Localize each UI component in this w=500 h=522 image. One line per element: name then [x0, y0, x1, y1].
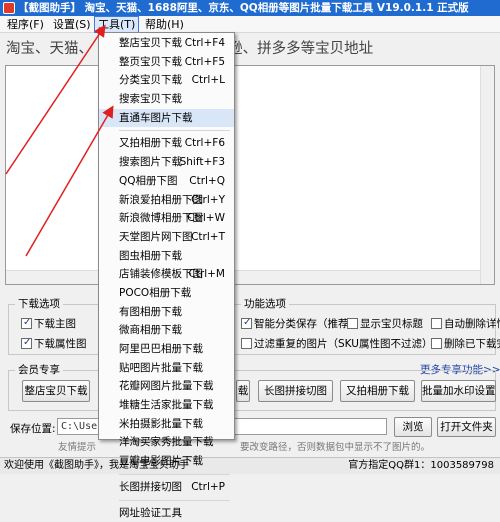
- menu-item-sina-weibo[interactable]: 新浪微博相册下图Ctrl+W: [99, 209, 234, 228]
- open-folder-button[interactable]: 打开文件夹: [437, 417, 496, 437]
- menu-item-stitch[interactable]: 长图拼接切图Ctrl+P: [99, 478, 234, 497]
- checkbox-icon: [347, 318, 358, 329]
- checkbox-icon: [431, 318, 442, 329]
- download-main-checkbox[interactable]: 下载主图: [21, 318, 76, 331]
- auto-delete-checkbox[interactable]: 自动删除详情: [431, 318, 500, 331]
- app-icon: [3, 2, 15, 14]
- menu-item-shop-template[interactable]: 店铺装修模板下图Ctrl+M: [99, 265, 234, 284]
- url-input-area[interactable]: [5, 65, 495, 285]
- smart-save-checkbox[interactable]: 智能分类保存（推荐）: [241, 318, 359, 331]
- delete-downloaded-checkbox[interactable]: 删除已下载完: [431, 338, 500, 351]
- menu-item-youpai-album[interactable]: 又拍相册下载Ctrl+F6: [99, 134, 234, 153]
- menu-item-shop-download[interactable]: 整店宝贝下载Ctrl+F4: [99, 34, 234, 53]
- menu-item-duitang[interactable]: 堆糖生活家批量下载: [99, 396, 234, 415]
- menu-item-youtu[interactable]: 有图相册下载: [99, 303, 234, 322]
- menu-separator: [119, 500, 230, 501]
- menu-help[interactable]: 帮助(H): [142, 16, 187, 33]
- platform-banner: 淘宝、天猫、 速卖通、易贝、亚马逊、拼多多等宝贝地址: [0, 34, 500, 64]
- menu-tools[interactable]: 工具(T): [94, 16, 139, 33]
- status-qq-group: 官方指定QQ群1：1003589798: [348, 458, 494, 474]
- menu-item-mipai[interactable]: 米拍摄影批量下载: [99, 415, 234, 434]
- tip-text-left: 友情提示: [58, 439, 96, 453]
- tip-text-right: 要改变路径，否则数据包中显示不了图片的。: [240, 439, 430, 453]
- menu-item-tiantang[interactable]: 天堂图片网下图Ctrl+T: [99, 228, 234, 247]
- vertical-scrollbar[interactable]: [480, 66, 494, 284]
- status-bar: 欢迎使用《截图助手》，我是淘宝宝贝助手 官方指定QQ群1：1003589798: [0, 457, 500, 474]
- menu-item-ztc-download[interactable]: 直通车图片下载: [99, 109, 234, 128]
- menu-item-url-verify[interactable]: 网址验证工具: [99, 504, 234, 522]
- menu-item-sina-aipai[interactable]: 新浪爱拍相册下图Ctrl+Y: [99, 191, 234, 210]
- filter-duplicate-checkbox[interactable]: 过滤重复的图片（SKU属性图不过滤）: [241, 338, 432, 351]
- checkbox-icon: [241, 338, 252, 349]
- stitch-image-button[interactable]: 长图拼接切图: [258, 380, 333, 402]
- save-location-label: 保存位置:: [10, 421, 56, 436]
- menu-item-category-download[interactable]: 分类宝贝下载Ctrl+L: [99, 71, 234, 90]
- menu-item-weishang[interactable]: 微商相册下载: [99, 321, 234, 340]
- function-options-group: 功能选项 智能分类保存（推荐） 显示宝贝标题 自动删除详情 过滤重复的图片（SK…: [234, 304, 496, 355]
- menu-bar: 程序(F) 设置(S) 工具(T) 帮助(H): [0, 16, 500, 33]
- shop-download-button[interactable]: 整店宝贝下载: [22, 380, 90, 402]
- menu-item-page-download[interactable]: 整页宝贝下载Ctrl+F5: [99, 53, 234, 72]
- checkbox-checked-icon: [21, 318, 32, 329]
- menu-item-alibaba[interactable]: 阿里巴巴相册下载: [99, 340, 234, 359]
- menu-item-tuchong[interactable]: 图虫相册下载: [99, 247, 234, 266]
- download-options-group: 下载选项 下载主图 下载属性图: [8, 304, 103, 355]
- tools-dropdown-menu: 整店宝贝下载Ctrl+F4 整页宝贝下载Ctrl+F5 分类宝贝下载Ctrl+L…: [98, 32, 235, 440]
- menu-settings[interactable]: 设置(S): [50, 16, 94, 33]
- checkbox-checked-icon: [21, 338, 32, 349]
- download-options-title: 下载选项: [15, 298, 63, 311]
- menu-item-search-images[interactable]: 搜索图片下载Shift+F3: [99, 153, 234, 172]
- watermark-settings-button[interactable]: 批量加水印设置: [421, 380, 496, 402]
- menu-program[interactable]: 程序(F): [4, 16, 47, 33]
- download-button-partial[interactable]: 载: [236, 380, 250, 402]
- checkbox-icon: [431, 338, 442, 349]
- youpai-download-button[interactable]: 又拍相册下载: [340, 380, 415, 402]
- menu-item-huaban[interactable]: 花瓣网图片批量下载: [99, 377, 234, 396]
- horizontal-scrollbar[interactable]: [6, 270, 480, 284]
- window-title: 【截图助手】 淘宝、天猫、1688阿里、京东、QQ相册等图片批量下载工具 V19…: [18, 2, 469, 14]
- menu-item-poco[interactable]: POCO相册下载: [99, 284, 234, 303]
- menu-separator: [119, 130, 230, 131]
- menu-item-qq-album[interactable]: QQ相册下图Ctrl+Q: [99, 172, 234, 191]
- title-bar: 【截图助手】 淘宝、天猫、1688阿里、京东、QQ相册等图片批量下载工具 V19…: [0, 0, 500, 16]
- menu-item-tieba[interactable]: 贴吧图片批量下载: [99, 359, 234, 378]
- menu-item-yangtao[interactable]: 洋淘买家秀批量下载: [99, 433, 234, 452]
- function-options-title: 功能选项: [241, 298, 289, 311]
- checkbox-checked-icon: [241, 318, 252, 329]
- download-attr-checkbox[interactable]: 下载属性图: [21, 338, 87, 351]
- member-group-title: 会员专享: [15, 364, 63, 377]
- menu-item-douban[interactable]: 豆瓣电影图片下载: [99, 452, 234, 471]
- show-title-checkbox[interactable]: 显示宝贝标题: [347, 318, 423, 331]
- menu-item-search-download[interactable]: 搜索宝贝下载: [99, 90, 234, 109]
- browse-button[interactable]: 浏览: [394, 417, 432, 437]
